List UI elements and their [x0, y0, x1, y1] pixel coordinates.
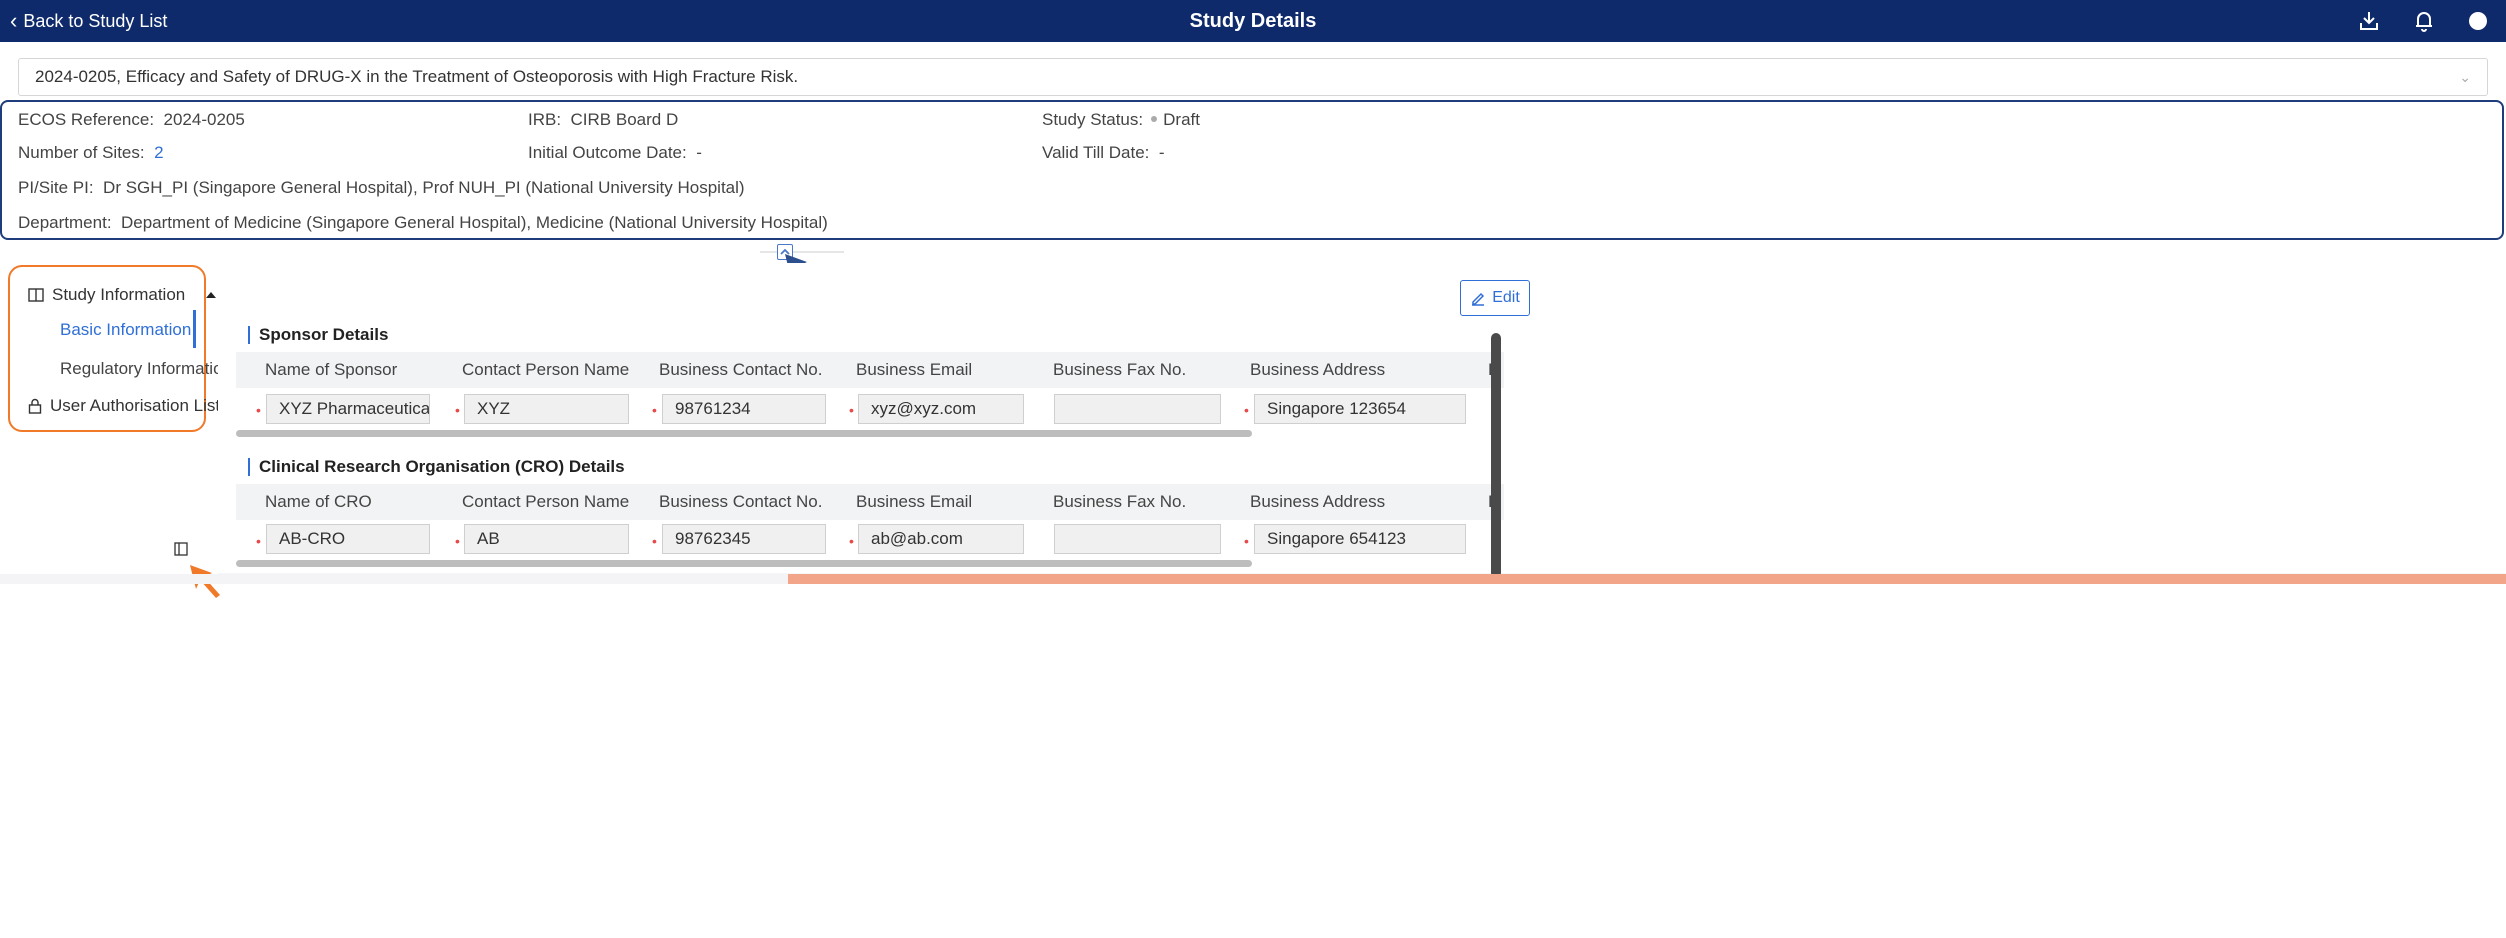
cro-contact-no-field[interactable]: 98762345 — [662, 524, 826, 554]
chevron-left-icon: ‹ — [10, 8, 18, 33]
book-icon — [28, 288, 44, 302]
required-marker: • — [849, 533, 854, 549]
nav-active-indicator — [193, 310, 196, 348]
sidebar-toggle-icon — [174, 542, 188, 556]
irb: IRB: CIRB Board D — [528, 110, 679, 129]
nav-study-information[interactable]: Study Information — [28, 285, 217, 305]
required-marker: • — [256, 533, 261, 549]
cro-fax-field[interactable] — [1054, 524, 1221, 554]
column-header: Business Email — [856, 360, 973, 379]
sponsor-contact-person-field[interactable]: XYZ — [464, 394, 629, 424]
column-header: Contact Person Name — [462, 492, 630, 511]
edit-button[interactable]: Edit — [1460, 280, 1530, 316]
user-avatar[interactable] — [2468, 11, 2488, 31]
column-header: Business Contact No. — [659, 360, 823, 379]
cro-table-header: Name of CRO Contact Person Name Business… — [236, 484, 1504, 520]
sites-count-link[interactable]: 2 — [154, 143, 163, 162]
lock-icon — [28, 398, 42, 414]
study-select-value: 2024-0205, Efficacy and Safety of DRUG-X… — [35, 67, 799, 86]
status-dot — [1151, 116, 1158, 123]
highlight-bar — [788, 574, 2506, 584]
column-header: Business Contact No. — [659, 492, 823, 511]
required-marker: • — [652, 533, 657, 549]
sponsor-fax-field[interactable] — [1054, 394, 1221, 424]
cro-contact-person-field[interactable]: AB — [464, 524, 629, 554]
column-header: Business Fax No. — [1053, 492, 1187, 511]
top-bar: ‹ Back to Study List Study Details — [0, 0, 2506, 42]
cro-email-field[interactable]: ab@ab.com — [858, 524, 1024, 554]
column-header: Business Email — [856, 492, 973, 511]
valid-till-date: Valid Till Date: - — [1042, 143, 1165, 162]
column-header: Contact Person Name — [462, 360, 630, 379]
back-to-study-list-link[interactable]: ‹ Back to Study List — [10, 0, 167, 42]
caret-up-icon — [206, 292, 217, 298]
bottom-edge — [0, 574, 788, 584]
column-header: Business Address — [1250, 360, 1386, 379]
nav-regulatory-information[interactable]: Regulatory Information — [60, 359, 232, 379]
nav-basic-information[interactable]: Basic Information — [60, 320, 191, 340]
status-badge: Draft — [1163, 110, 1200, 129]
sponsor-details-title: Sponsor Details — [248, 326, 388, 344]
initial-outcome-date: Initial Outcome Date: - — [528, 143, 702, 162]
pi-site-pi: PI/Site PI: Dr SGH_PI (Singapore General… — [18, 178, 745, 197]
column-header: Business Address — [1250, 492, 1386, 511]
ecos-reference: ECOS Reference: 2024-0205 — [18, 110, 245, 129]
pencil-icon — [1472, 292, 1485, 306]
study-select[interactable]: 2024-0205, Efficacy and Safety of DRUG-X… — [18, 58, 2488, 96]
back-label: Back to Study List — [23, 10, 168, 31]
cro-address-field[interactable]: Singapore 654123 — [1254, 524, 1466, 554]
vertical-scrollbar[interactable] — [1491, 333, 1501, 578]
number-of-sites: Number of Sites: 2 — [18, 143, 164, 162]
required-marker: • — [455, 402, 460, 418]
sponsor-address-field[interactable]: Singapore 123654 — [1254, 394, 1466, 424]
sponsor-table-header: Name of Sponsor Contact Person Name Busi… — [236, 352, 1504, 388]
sponsor-contact-no-field[interactable]: 98761234 — [662, 394, 826, 424]
required-marker: • — [1244, 533, 1249, 549]
department: Department: Department of Medicine (Sing… — [18, 213, 828, 232]
required-marker: • — [256, 402, 261, 418]
chevron-down-icon: ⌄ — [2459, 69, 2471, 85]
sidebar-toggle-button[interactable] — [174, 542, 188, 561]
required-marker: • — [1244, 402, 1249, 418]
required-marker: • — [455, 533, 460, 549]
cro-name-field[interactable]: AB-CRO — [266, 524, 430, 554]
download-icon[interactable] — [2358, 10, 2380, 32]
horizontal-scrollbar[interactable] — [236, 560, 1252, 567]
nav-user-authorisation-list[interactable]: User Authorisation List — [28, 396, 220, 416]
sponsor-email-field[interactable]: xyz@xyz.com — [858, 394, 1024, 424]
column-header: Name of Sponsor — [265, 360, 398, 379]
required-marker: • — [652, 402, 657, 418]
page-title: Study Details — [1189, 10, 1317, 32]
required-marker: • — [849, 402, 854, 418]
study-status: Study Status: Draft — [1042, 110, 1200, 129]
divider — [760, 251, 844, 253]
column-header: Name of CRO — [265, 492, 372, 511]
cro-details-title: Clinical Research Organisation (CRO) Det… — [248, 458, 625, 476]
bell-icon[interactable] — [2414, 10, 2434, 32]
sponsor-name-field[interactable]: XYZ Pharmaceuticals — [266, 394, 430, 424]
horizontal-scrollbar[interactable] — [236, 430, 1252, 437]
column-header: Business Fax No. — [1053, 360, 1187, 379]
